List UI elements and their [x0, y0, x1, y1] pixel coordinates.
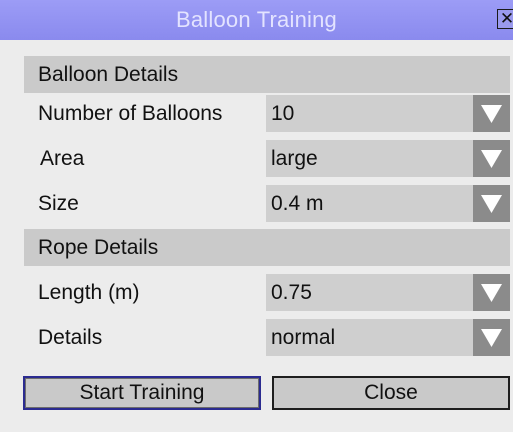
number-of-balloons-label: Number of Balloons — [38, 102, 223, 125]
length-select[interactable]: 0.75 — [266, 274, 510, 311]
dropdown-arrow-icon[interactable] — [473, 319, 510, 356]
size-label: Size — [38, 192, 79, 215]
area-label: Area — [40, 147, 85, 170]
length-label: Length (m) — [38, 281, 140, 304]
rope-details-header: Rope Details — [24, 229, 510, 266]
dropdown-arrow-icon[interactable] — [473, 185, 510, 222]
number-of-balloons-select[interactable]: 10 — [266, 95, 510, 132]
start-training-button[interactable]: Start Training — [23, 376, 261, 410]
close-button[interactable]: Close — [272, 376, 510, 410]
dropdown-arrow-icon[interactable] — [473, 274, 510, 311]
details-label: Details — [38, 326, 103, 349]
close-icon[interactable]: ✕ — [497, 9, 513, 29]
dropdown-arrow-icon[interactable] — [473, 140, 510, 177]
section-title: Rope Details — [38, 236, 159, 259]
select-value: 0.4 m — [271, 192, 324, 215]
select-value: normal — [271, 326, 336, 349]
select-value: 0.75 — [271, 281, 312, 304]
size-select[interactable]: 0.4 m — [266, 185, 510, 222]
area-select[interactable]: large — [266, 140, 510, 177]
select-value: large — [271, 147, 318, 170]
details-select[interactable]: normal — [266, 319, 510, 356]
balloon-details-header: Balloon Details — [24, 56, 510, 93]
title-bar: Balloon Training ✕ — [0, 0, 513, 40]
dropdown-arrow-icon[interactable] — [473, 95, 510, 132]
window-title: Balloon Training — [176, 7, 337, 32]
select-value: 10 — [271, 102, 295, 125]
section-title: Balloon Details — [38, 63, 179, 86]
